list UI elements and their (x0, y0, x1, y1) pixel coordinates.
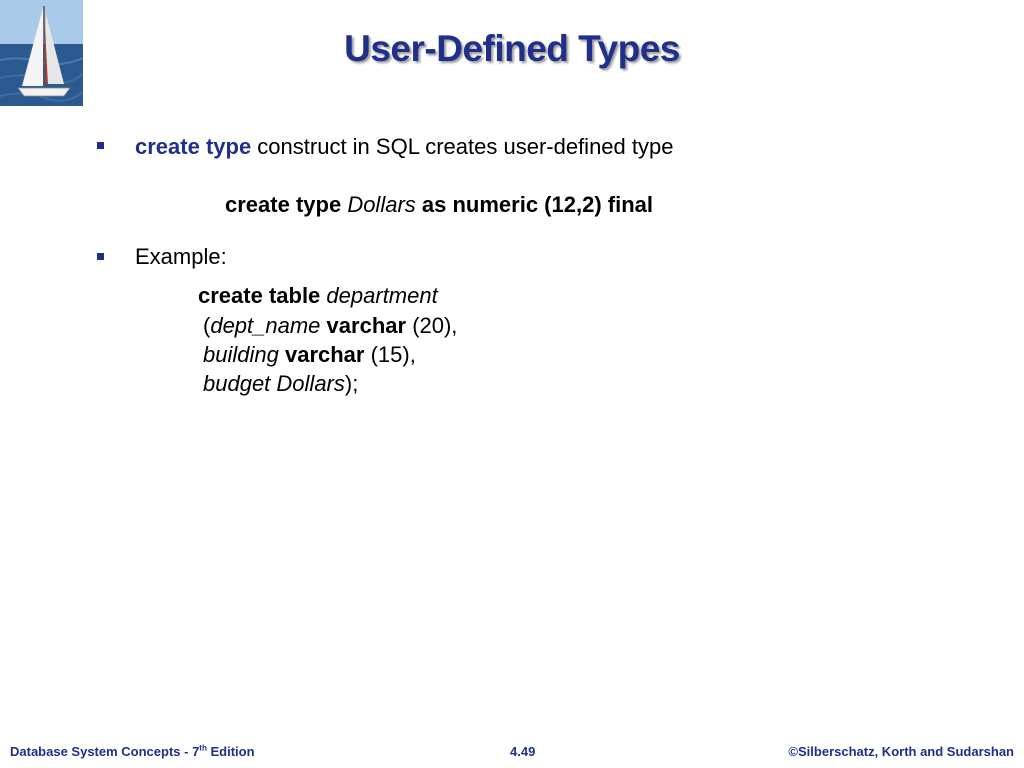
bullet-1-text: construct in SQL creates user-defined ty… (251, 134, 674, 159)
footer-book-title-sup: th (199, 743, 207, 753)
footer-book-title: Database System Concepts - 7th Edition (10, 744, 255, 759)
code-kw-as-numeric: as numeric (12,2) final (421, 192, 653, 217)
code-col-budget: budget (203, 371, 271, 396)
slide-title: User-Defined Types (344, 28, 680, 69)
code-line-1: create table department (198, 283, 438, 309)
code-kw-create-table: create table (198, 283, 321, 308)
code-close: ); (344, 371, 359, 396)
footer-page-number: 4.49 (510, 744, 536, 759)
code-size-20: (20), (412, 313, 458, 338)
code-col-dept-name: dept_name (210, 313, 321, 338)
bullet-1: create type construct in SQL creates use… (135, 134, 673, 160)
footer-copyright: ©Silberschatz, Korth and Sudarshan (788, 744, 1014, 759)
footer-book-title-text: Database System Concepts - 7 (10, 744, 200, 759)
square-bullet-icon (97, 142, 104, 149)
code-type-dollars: Dollars (276, 371, 345, 396)
code-line-4: budget Dollars); (203, 371, 358, 397)
footer-book-title-edition: Edition (206, 744, 255, 759)
bullet-2-text: Example: (135, 244, 227, 269)
code-col-building: building (203, 342, 279, 367)
code-line-3: building varchar (15), (203, 342, 416, 368)
code-type-name: Dollars (347, 192, 416, 217)
code-line-2: (dept_name varchar (20), (203, 313, 457, 339)
bullet-1-keyword: create type (135, 134, 252, 159)
code-table-name: department (326, 283, 438, 308)
code-type-varchar: varchar (284, 342, 365, 367)
square-bullet-icon (97, 253, 104, 260)
code-kw-create-type: create type (225, 192, 342, 217)
code-type-varchar: varchar (326, 313, 407, 338)
bullet-2: Example: (135, 244, 227, 270)
create-type-code: create type Dollars as numeric (12,2) fi… (225, 192, 653, 218)
code-size-15: (15), (370, 342, 416, 367)
